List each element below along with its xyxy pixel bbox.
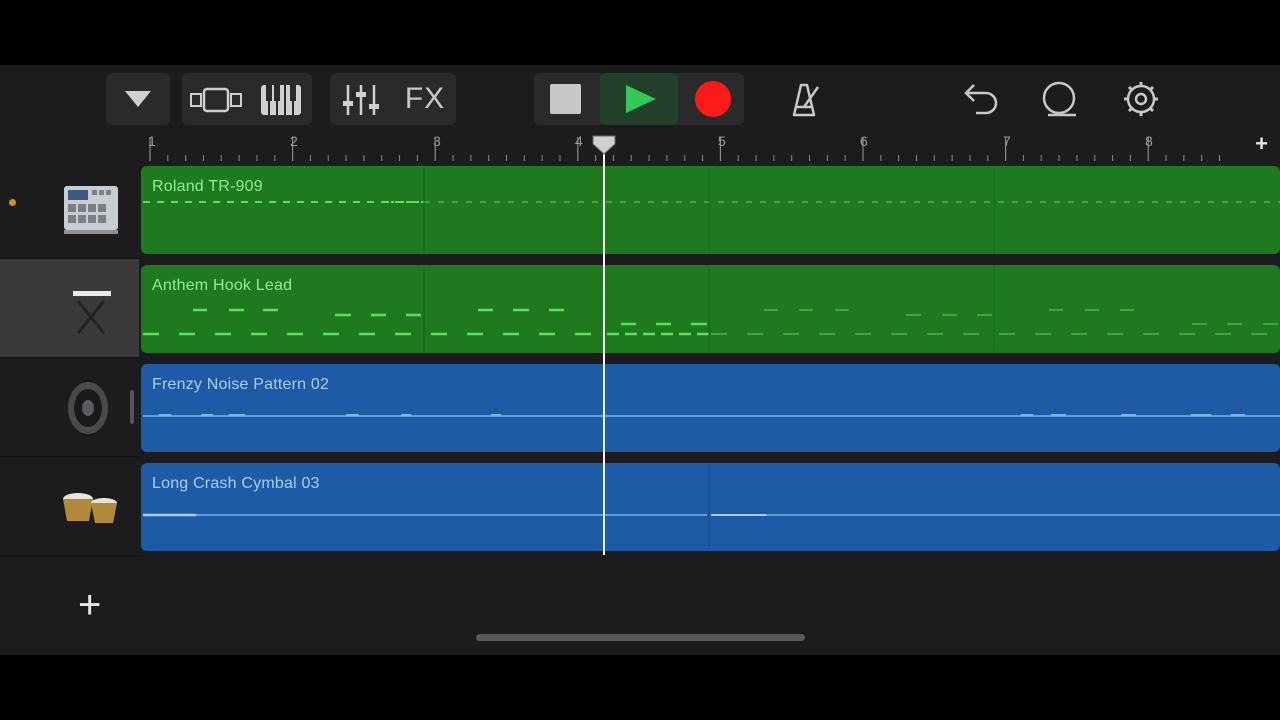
loop-browser-icon — [1042, 81, 1076, 117]
settings-icon — [1124, 82, 1158, 116]
garageband-tracks-view: FX 1 2 3 4 5 6 7 8 + Roland TR-909 Anthe… — [0, 65, 1280, 655]
bar-number-2: 2 — [290, 133, 298, 149]
record-icon — [695, 81, 731, 117]
undo-button[interactable] — [946, 73, 1008, 125]
bar-number-8: 8 — [1145, 133, 1153, 149]
region-long-crash-cymbal-03[interactable]: Long Crash Cymbal 03 — [141, 463, 1280, 551]
midi-notes — [143, 267, 1280, 351]
bongos-icon — [63, 493, 117, 523]
bar-number-4: 4 — [575, 133, 583, 149]
stop-icon — [550, 84, 581, 114]
loop-browser-button[interactable] — [1028, 73, 1090, 125]
fx-label: FX — [404, 82, 446, 115]
home-indicator — [476, 634, 805, 641]
metronome-button[interactable] — [772, 73, 834, 125]
audio-waveform — [143, 414, 1280, 417]
region-roland-tr-909[interactable]: Roland TR-909 — [141, 166, 1280, 254]
bar-number-3: 3 — [433, 133, 441, 149]
speaker-icon — [68, 382, 108, 434]
keyboard-icon — [261, 85, 301, 115]
settings-button[interactable] — [1110, 73, 1172, 125]
undo-icon — [964, 84, 998, 115]
mixer-button[interactable] — [330, 73, 392, 125]
track-header-anthem-hook-lead[interactable] — [0, 259, 139, 358]
keyboard-stand-icon — [70, 289, 114, 334]
ruler-ticks — [149, 137, 1220, 161]
add-track-button[interactable]: + — [78, 585, 101, 625]
play-icon — [626, 85, 656, 113]
mixer-icon — [343, 85, 379, 115]
bar-number-5: 5 — [718, 133, 726, 149]
drum-machine-icon — [64, 186, 118, 234]
fx-button[interactable]: FX — [394, 73, 456, 125]
stop-button[interactable] — [534, 73, 598, 125]
track-view-icon — [190, 87, 242, 113]
bar-number-6: 6 — [860, 133, 868, 149]
tracks-menu-icon — [125, 91, 151, 107]
keyboard-button[interactable] — [250, 73, 312, 125]
bar-number-7: 7 — [1003, 133, 1011, 149]
record-button[interactable] — [680, 73, 744, 125]
track-scroll-indicator[interactable] — [130, 390, 134, 424]
audio-waveform — [143, 465, 1280, 549]
add-section-button[interactable]: + — [1255, 131, 1268, 157]
timeline-ruler[interactable]: 1 2 3 4 5 6 7 8 + — [140, 131, 1280, 165]
metronome-icon — [792, 83, 820, 117]
bar-number-1: 1 — [148, 133, 156, 149]
track-active-dot — [9, 199, 16, 206]
track-header-long-crash-cymbal-03[interactable] — [0, 457, 139, 556]
track-header-frenzy-noise-pattern-02[interactable] — [0, 358, 139, 457]
playhead-line[interactable] — [603, 140, 605, 555]
track-view-button[interactable] — [186, 73, 248, 125]
tracks-menu-button[interactable] — [106, 73, 170, 125]
play-button[interactable] — [600, 73, 678, 125]
drum-notes — [143, 168, 1280, 252]
track-header-roland-tr-909[interactable] — [0, 160, 139, 259]
region-anthem-hook-lead[interactable]: Anthem Hook Lead — [141, 265, 1280, 353]
playhead-handle[interactable] — [591, 134, 617, 156]
region-frenzy-noise-pattern-02[interactable]: Frenzy Noise Pattern 02 — [141, 364, 1280, 452]
